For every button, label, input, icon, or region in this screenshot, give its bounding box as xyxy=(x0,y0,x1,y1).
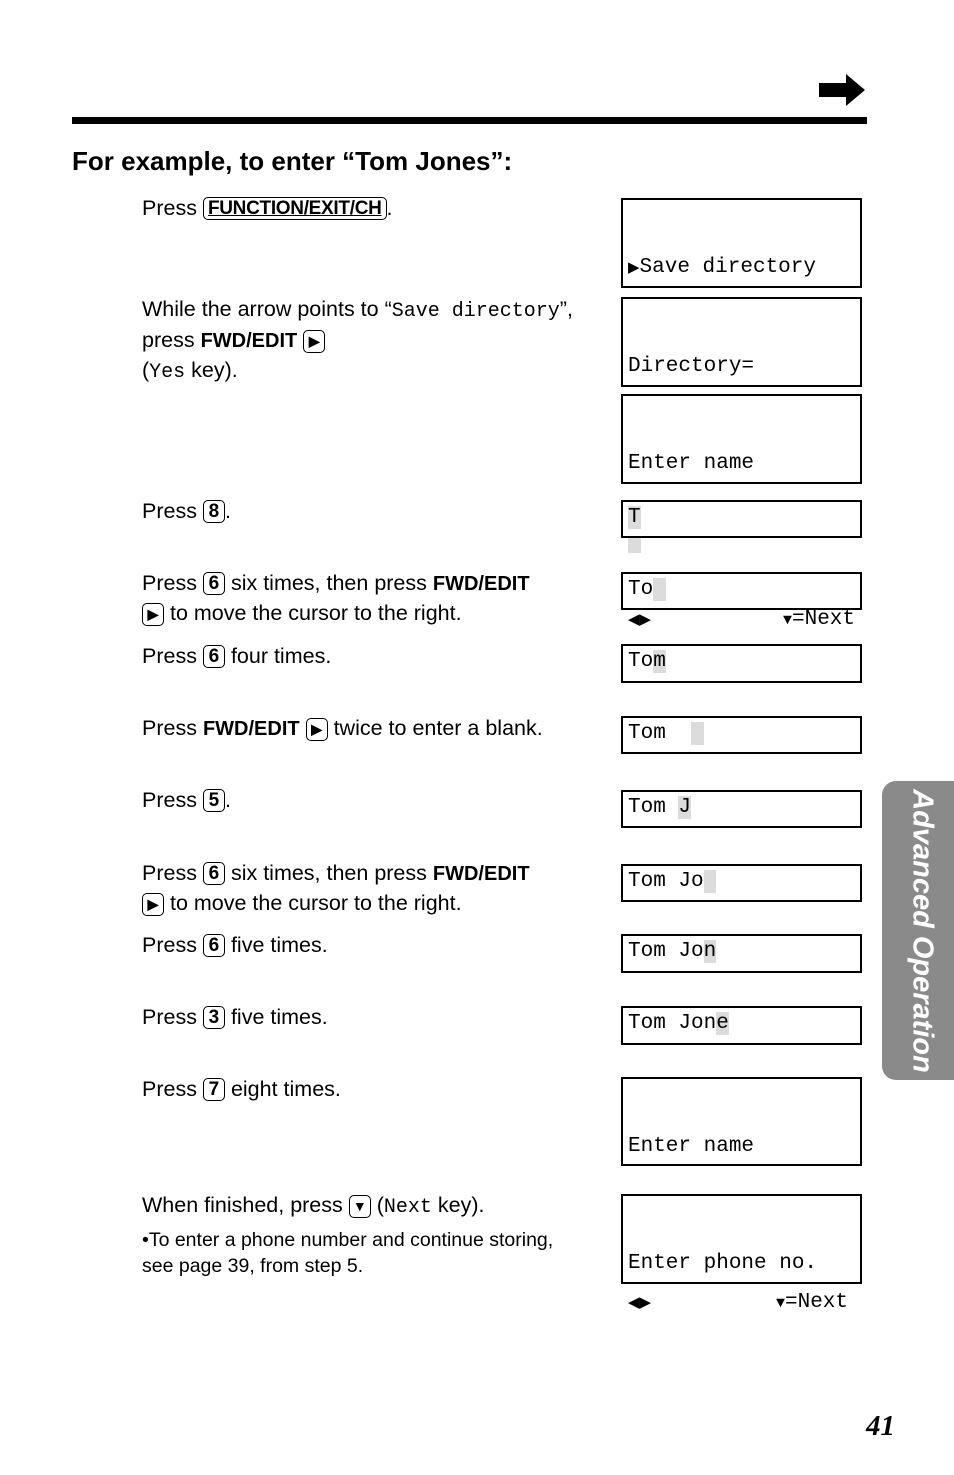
lcd-display-step: Tom J xyxy=(621,790,862,828)
lcd-display-step: Tom xyxy=(621,644,862,683)
step-8: Press 6 six times, then press FWD/EDIT ▶… xyxy=(142,861,530,916)
step-5: Press 6 four times. xyxy=(142,644,332,668)
lcd-display-step: To xyxy=(621,572,862,610)
pointer-icon: ▶ xyxy=(628,260,640,277)
key-6: 6 xyxy=(202,572,225,595)
section-tab: Advanced Operation xyxy=(882,781,954,1080)
cursor: m xyxy=(653,650,666,673)
key-3: 3 xyxy=(202,1006,225,1029)
page-heading: For example, to enter “Tom Jones”: xyxy=(72,146,513,176)
key-7: 7 xyxy=(202,1078,225,1101)
lcd-display-step: Tom Jone xyxy=(621,1006,862,1045)
play-key-icon: ▶ xyxy=(305,718,328,741)
key-8: 8 xyxy=(202,500,225,523)
step-6: Press FWD/EDIT ▶ twice to enter a blank. xyxy=(142,716,543,741)
cursor: n xyxy=(703,940,717,963)
step-3: Press 8. xyxy=(142,499,231,523)
key-5: 5 xyxy=(202,789,225,812)
step-12: When finished, press ▼ (Next key). xyxy=(142,1193,485,1219)
step-11: Press 7 eight times. xyxy=(142,1077,341,1101)
step-1: Press FUNCTION/EXIT/CH. xyxy=(142,196,393,220)
key-6: 6 xyxy=(202,934,225,957)
cursor xyxy=(653,578,666,601)
step-4: Press 6 six times, then press FWD/EDIT ▶… xyxy=(142,571,530,626)
key-6: 6 xyxy=(202,862,225,885)
lcd-display-step: T xyxy=(621,500,862,538)
right-icon: ▶ xyxy=(639,612,652,629)
cursor: J xyxy=(678,796,692,819)
lcd-display-step: Tom Jo xyxy=(621,864,862,902)
step-7: Press 5. xyxy=(142,788,231,812)
step-2: While the arrow points to “Save director… xyxy=(142,297,573,384)
key-6: 6 xyxy=(202,645,225,668)
header-rule xyxy=(72,117,867,124)
cursor: e xyxy=(716,1012,729,1035)
down-key-icon: ▼ xyxy=(348,1195,371,1218)
lcd-display-step: Tom Jon xyxy=(621,934,862,973)
down-icon: ▼ xyxy=(782,612,792,629)
step-9: Press 6 five times. xyxy=(142,933,328,957)
lcd-display-enter-name: Enter name ◀▶ ▼=Next xyxy=(621,394,862,631)
cursor xyxy=(703,870,717,893)
play-key-icon: ▶ xyxy=(303,330,326,353)
lcd-display-step: Tom xyxy=(621,716,862,754)
note-text: •To enter a phone number and continue st… xyxy=(142,1229,554,1277)
lcd-display-enter-name-done: Enter name Tom Jones ◀▶ ▼=Next xyxy=(621,1077,862,1314)
cursor xyxy=(691,722,704,745)
step-10: Press 3 five times. xyxy=(142,1005,328,1029)
play-key-icon: ▶ xyxy=(142,893,164,916)
lcd-display-menu: ▶Save directory Ringer volume ▼▲ ▶=Yes xyxy=(621,198,862,435)
arrow-right-icon xyxy=(819,74,865,106)
lcd-display-directory: Directory= 20 items xyxy=(621,297,862,456)
play-key-icon: ▶ xyxy=(142,603,164,626)
page-number: 41 xyxy=(866,1410,895,1442)
lcd-display-enter-phone: Enter phone no. xyxy=(621,1194,862,1284)
cursor: T xyxy=(628,506,641,529)
function-exit-ch-key: FUNCTION/EXIT/CH xyxy=(202,197,387,220)
left-icon: ◀ xyxy=(628,612,640,629)
